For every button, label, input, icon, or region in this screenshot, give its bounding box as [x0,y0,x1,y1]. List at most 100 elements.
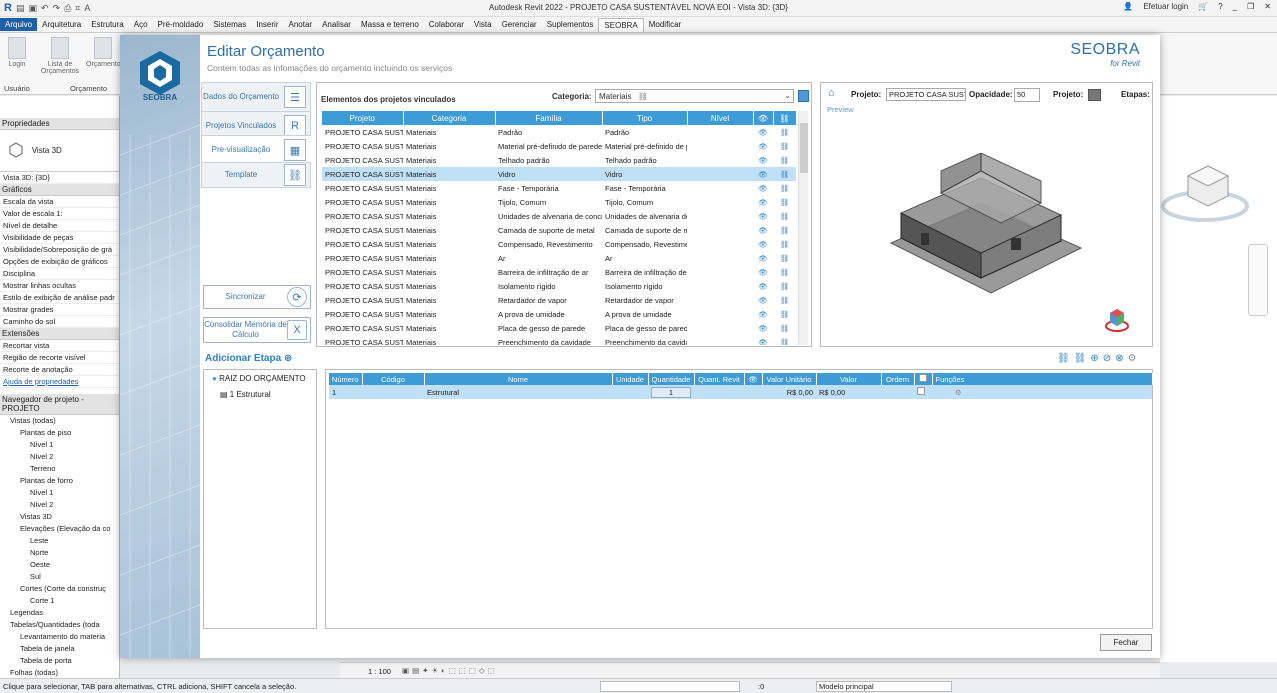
column-header[interactable]: Projeto [322,111,404,125]
sincronizar-button[interactable]: Sincronizar ⟳ [203,285,311,309]
col-unidade[interactable]: Unidade [612,373,649,385]
link-icon[interactable]: ⛓ [773,125,796,139]
col-checkbox[interactable] [914,373,933,385]
table-cell[interactable]: Placa de gesso de parede [495,321,602,335]
property-row[interactable]: Escala da vista [0,196,119,208]
table-cell[interactable]: Padrão [495,125,602,139]
table-cell[interactable] [687,251,753,265]
cell-visibility[interactable] [744,385,762,399]
tree-item[interactable]: Vistas 3D [0,511,119,523]
cell-quant-revit[interactable] [694,385,744,399]
house-3d-preview[interactable] [881,153,1091,303]
table-cell[interactable]: Fase - Temporária [495,181,602,195]
ribbon-tab[interactable]: Anotar [283,18,317,31]
tree-item[interactable]: Tabela de porta [0,655,119,667]
navigation-bar[interactable] [1248,244,1268,316]
edit-icon[interactable]: ⊘ [1103,353,1111,364]
table-cell[interactable]: PROJETO CASA SUSTENTÁVEL [322,279,403,293]
ribbon-tab[interactable]: Vista [469,18,497,31]
ribbon-tab[interactable]: Analisar [317,18,356,31]
table-row[interactable]: PROJETO CASA SUSTENTÁVELMateriaisA prova… [322,307,796,321]
tree-item[interactable]: Vistas (todas) [0,415,119,427]
eye-icon[interactable]: 👁 [753,195,773,209]
table-cell[interactable]: PROJETO CASA SUSTENTÁVEL [322,307,403,321]
ribbon-tab[interactable]: SEOBRA [598,17,644,32]
link-icon[interactable]: ⛓ [773,237,796,251]
table-cell[interactable]: Ar [495,251,602,265]
link-icon[interactable]: ⛓ [1057,353,1070,364]
table-row[interactable]: PROJETO CASA SUSTENTÁVELMateriaisTelhado… [322,153,796,167]
close-button[interactable]: Fechar [1100,634,1152,651]
restore-button[interactable]: ❐ [1247,2,1254,11]
col-visibility-icon[interactable]: 👁 [744,373,763,385]
tree-item[interactable]: Cortes (Corte da construç [0,583,119,595]
table-cell[interactable]: Materiais [403,139,495,153]
table-cell[interactable]: Vidro [495,167,602,181]
table-row[interactable]: PROJETO CASA SUSTENTÁVELMateriaisVidroVi… [322,167,796,181]
table-cell[interactable]: PROJETO CASA SUSTENTÁVEL [322,265,403,279]
orientation-cube-icon[interactable] [1104,305,1130,333]
table-row[interactable]: PROJETO CASA SUSTENTÁVELMateriaisUnidade… [322,209,796,223]
table-cell[interactable] [687,265,753,279]
tree-item[interactable]: Sul [0,571,119,583]
table-cell[interactable]: Unidades de alvenaria de concreto [602,209,687,223]
table-cell[interactable]: Materiais [403,251,495,265]
table-row[interactable]: PROJETO CASA SUSTENTÁVELMateriaisBarreir… [322,265,796,279]
link-icon[interactable]: ⛓ [773,209,796,223]
tree-node-estrutural[interactable]: ▤ 1 Estrutural [220,390,271,399]
table-cell[interactable]: PROJETO CASA SUSTENTÁVEL [322,195,403,209]
col-quantidade[interactable]: Quantidade [648,373,695,385]
link-icon[interactable]: ⛓ [773,195,796,209]
table-cell[interactable]: Materiais [403,237,495,251]
table-cell[interactable]: Tijolo, Comum [602,195,687,209]
link-icon[interactable]: ⛓ [773,181,796,195]
property-row[interactable]: Mostrar linhas ocultas [0,280,119,292]
close-window-button[interactable]: ✕ [1264,2,1271,11]
link-icon[interactable]: ⛓ [773,265,796,279]
cell-unidade[interactable] [612,385,648,399]
minimize-button[interactable]: _ [1233,2,1237,11]
table-cell[interactable]: PROJETO CASA SUSTENTÁVEL [322,167,403,181]
view-type-selector[interactable]: ⬡ Vista 3D [0,130,119,172]
design-option-dropdown[interactable]: Modelo principal [816,681,952,692]
eye-icon[interactable]: 👁 [753,153,773,167]
table-cell[interactable]: Retardador de vapor [495,293,602,307]
table-cell[interactable]: Materiais [403,321,495,335]
column-link-icon[interactable]: ⛓ [773,111,796,125]
unlink-icon[interactable]: ⛓ [1074,353,1087,364]
cell-valor[interactable]: R$ 0,00 [816,385,881,399]
table-cell[interactable] [687,293,753,307]
table-cell[interactable]: Materiais [403,307,495,321]
consolidar-memoria-button[interactable]: Consolidar Memória de Cálculo X [203,317,311,343]
property-row[interactable]: Região de recorte visível [0,352,119,364]
column-header[interactable]: Categoria [403,111,496,125]
table-row[interactable]: PROJETO CASA SUSTENTÁVELMateriaisRetarda… [322,293,796,307]
table-row[interactable]: PROJETO CASA SUSTENTÁVELMateriaisIsolame… [322,279,796,293]
table-cell[interactable]: Barreira de infiltração de ar [495,265,602,279]
ribbon-tab[interactable]: Pré-moldado [153,18,209,31]
property-row[interactable]: Disciplina [0,268,119,280]
delete-icon[interactable]: ⊗ [1115,353,1123,364]
ribbon-tab[interactable]: Colaborar [424,18,469,31]
table-row[interactable]: PROJETO CASA SUSTENTÁVELMateriaisCamada … [322,223,796,237]
table-cell[interactable] [687,195,753,209]
table-cell[interactable]: Preenchimento da cavidade [602,335,687,346]
table-cell[interactable]: PROJETO CASA SUSTENTÁVEL [322,153,403,167]
eye-icon[interactable]: 👁 [753,181,773,195]
table-cell[interactable]: Materiais [403,265,495,279]
property-row[interactable]: Opções de exibição de gráficos [0,256,119,268]
eye-icon[interactable]: 👁 [753,293,773,307]
table-cell[interactable]: Isolamento rígido [602,279,687,293]
table-cell[interactable]: PROJETO CASA SUSTENTÁVEL [322,237,403,251]
tree-item[interactable]: Leste [0,535,119,547]
table-cell[interactable]: Material pré-definido de parede [495,139,602,153]
table-cell[interactable] [687,223,753,237]
link-icon[interactable]: ⛓ [773,307,796,321]
tree-item[interactable]: Levantamento do materia [0,631,119,643]
project-color-swatch[interactable] [1088,89,1101,101]
table-cell[interactable]: PROJETO CASA SUSTENTÁVEL [322,293,403,307]
table-cell[interactable]: PROJETO CASA SUSTENTÁVEL [322,181,403,195]
link-icon[interactable]: ⛓ [773,223,796,237]
link-icon[interactable]: ⛓ [773,335,796,346]
table-row[interactable]: PROJETO CASA SUSTENTÁVELMateriaisCompens… [322,237,796,251]
